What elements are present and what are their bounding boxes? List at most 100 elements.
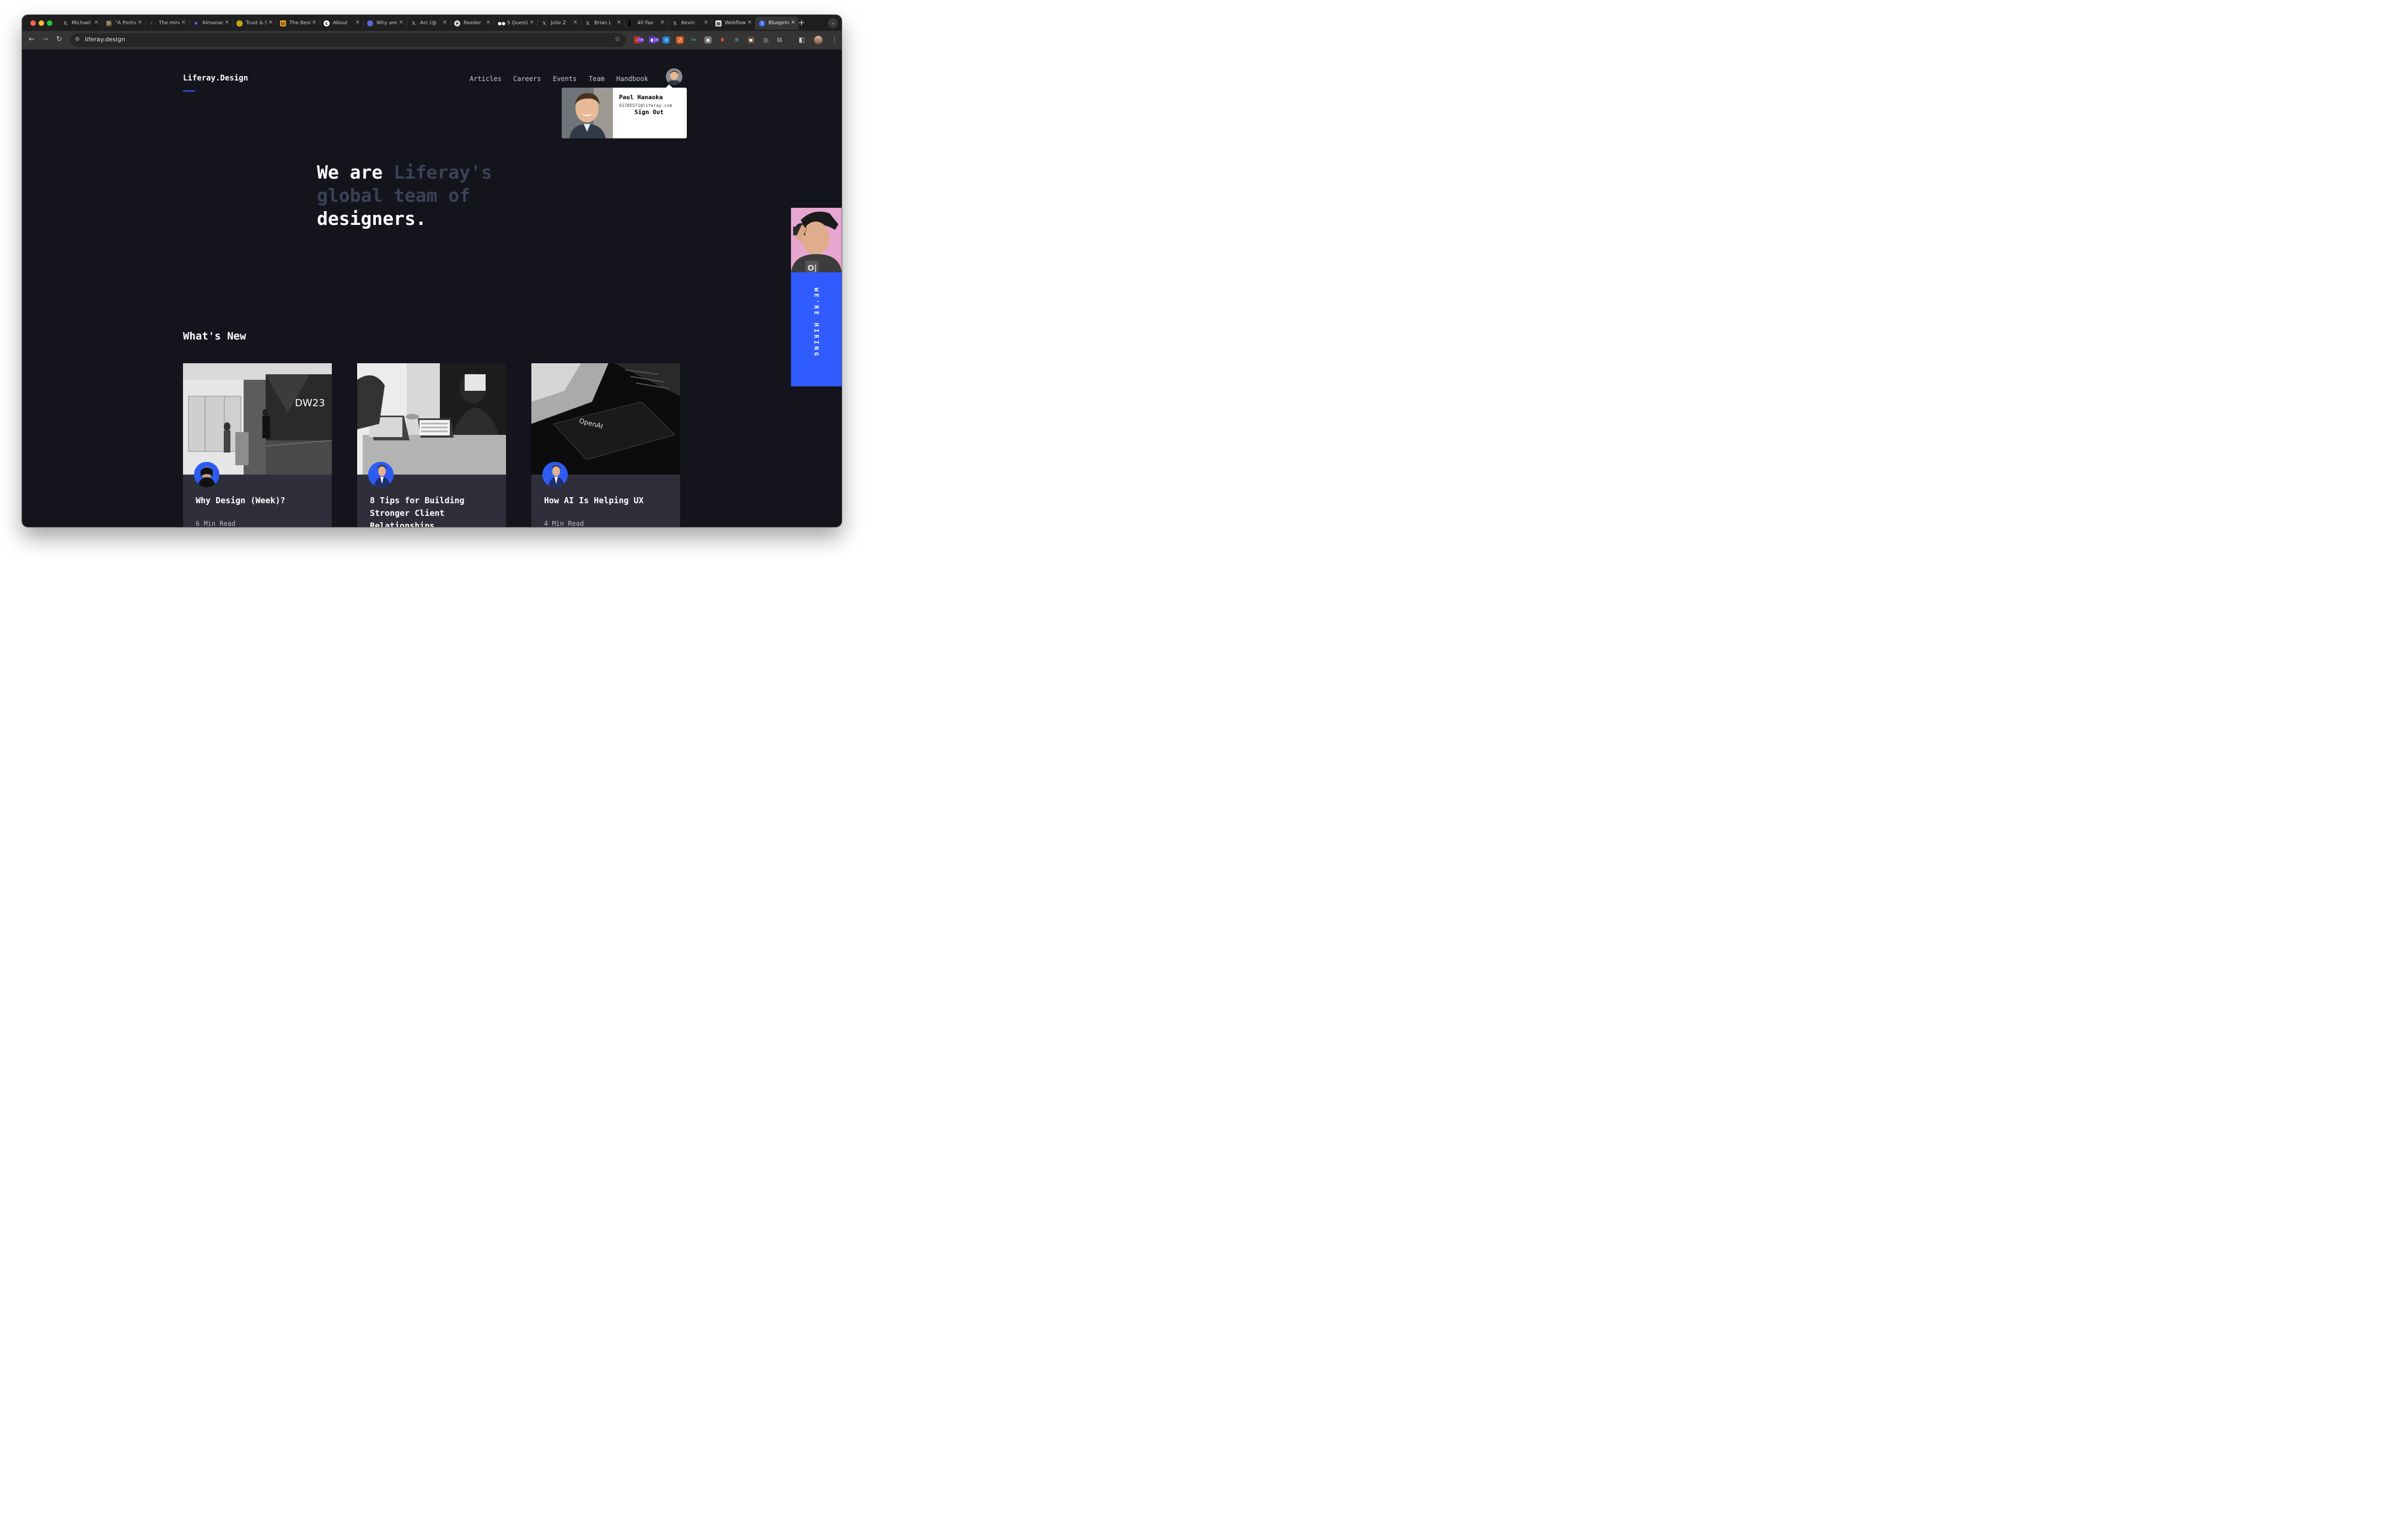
browser-tab[interactable]: ✺ Almanac × <box>189 17 233 30</box>
close-tab-icon[interactable]: × <box>268 19 273 25</box>
author-avatar[interactable] <box>542 462 568 487</box>
close-tab-icon[interactable]: × <box>356 19 360 25</box>
close-tab-icon[interactable]: × <box>704 19 708 25</box>
browser-tab[interactable]: D"A Portrait× <box>102 17 146 30</box>
hiring-banner[interactable]: WE'RE HIRING <box>791 272 842 386</box>
close-tab-icon[interactable]: × <box>747 19 752 25</box>
close-tab-icon[interactable]: × <box>181 19 186 25</box>
smiley-icon: ☺ <box>236 20 243 26</box>
profile-avatar[interactable] <box>814 36 822 44</box>
bookmark-star-icon[interactable]: ☆ <box>614 35 621 44</box>
browser-tab[interactable]: ▤ The Best × <box>276 17 320 30</box>
browser-tab[interactable]: 𝕏 Brian L × <box>581 17 625 30</box>
address-url[interactable]: liferay.design <box>85 36 125 43</box>
d-extension-icon[interactable]: d <box>663 36 670 44</box>
browser-toolbar: ← → ↻ ⚙ liferay.design ☆ ✓ 16 ● 19 d ↗ b… <box>22 31 842 50</box>
close-tab-icon[interactable]: × <box>225 19 229 25</box>
tab-list: 𝕏Michael× D"A Portrait× ☾The mind× ✺Alma… <box>58 17 799 30</box>
browser-tab[interactable]: 𝕏 Julie Z × <box>537 17 581 30</box>
article-title[interactable]: Why Design (Week)? <box>196 494 322 507</box>
browser-tab[interactable]: 𝕏 Arc (@ × <box>407 17 450 30</box>
close-tab-icon[interactable]: × <box>94 19 99 25</box>
tab-title: About <box>333 20 348 26</box>
grid-extension-icon[interactable]: ▦ <box>762 36 769 44</box>
dw-sign-text: DW23 <box>295 397 325 409</box>
reload-icon[interactable]: ↻ <box>56 35 62 44</box>
close-window-button[interactable] <box>30 20 36 26</box>
close-tab-icon[interactable]: × <box>573 19 578 25</box>
browser-tab-active[interactable]: i Blueprint × <box>755 17 799 30</box>
react-extension-icon[interactable]: ⚛ <box>733 36 740 44</box>
extension-badge: 16 <box>638 38 644 42</box>
tab-search-button[interactable]: ⌄ <box>828 18 838 28</box>
logo-underline <box>183 90 195 91</box>
user-photo-image <box>562 88 613 138</box>
sign-out-link[interactable]: Sign Out <box>634 109 664 116</box>
author-avatar[interactable] <box>368 462 394 487</box>
side-panel-icon[interactable]: ◧ <box>799 36 805 44</box>
site-info-icon[interactable]: ⚙ <box>75 36 80 42</box>
browser-window: 𝕏Michael× D"A Portrait× ☾The mind× ✺Alma… <box>22 15 842 527</box>
article-image-photo <box>357 363 506 475</box>
zoom-window-button[interactable] <box>47 20 52 26</box>
photo-extension-icon[interactable]: ▣ <box>747 36 755 44</box>
site-logo[interactable]: Liferay.Design <box>183 74 248 83</box>
close-tab-icon[interactable]: × <box>660 19 665 25</box>
article-card[interactable]: OpenAI How AI Is Helping UX 4 Min Read <box>531 363 680 527</box>
bw-extension-icon[interactable]: bw <box>690 36 697 44</box>
webcam-overlay[interactable]: O| <box>791 208 842 272</box>
nav-team[interactable]: Team <box>589 75 605 83</box>
nav-careers[interactable]: Careers <box>513 75 541 83</box>
browser-tab[interactable]: Why are × <box>363 17 407 30</box>
browser-tab[interactable]: c About × <box>320 17 363 30</box>
article-card[interactable]: 8 Tips for Building Stronger Client Rela… <box>357 363 506 527</box>
address-bar[interactable]: ⚙ liferay.design ☆ <box>71 33 626 47</box>
fire-extension-icon[interactable]: ♦ <box>719 36 726 44</box>
x-logo-icon: 𝕏 <box>412 20 416 26</box>
tab-title: Reeder <box>464 20 481 26</box>
browser-tab[interactable]: 𝕏 Kevin × <box>668 17 712 30</box>
forward-arrow-icon[interactable]: → <box>42 35 49 44</box>
article-title[interactable]: 8 Tips for Building Stronger Client Rela… <box>370 494 497 527</box>
hero-heading: We are Liferay's global team of designer… <box>317 161 492 230</box>
author-avatar-photo <box>368 462 394 487</box>
nav-articles[interactable]: Articles <box>470 75 502 83</box>
close-tab-icon[interactable]: × <box>617 19 621 25</box>
browser-tab[interactable]: ▦ Webflow × <box>712 17 755 30</box>
browser-tab[interactable]: ☾ The mind× <box>146 17 189 30</box>
browser-tab[interactable]: ★ Reeder × <box>450 17 494 30</box>
close-tab-icon[interactable]: × <box>530 19 534 25</box>
close-tab-icon[interactable]: × <box>399 19 403 25</box>
user-avatar[interactable] <box>666 68 682 85</box>
nav-events[interactable]: Events <box>553 75 577 83</box>
browser-tab[interactable]: ●●5 Questions× <box>494 17 537 30</box>
svg-text:O|: O| <box>808 264 817 272</box>
browser-tab[interactable]: 40 Fav × <box>625 17 668 30</box>
new-tab-button[interactable]: + <box>798 18 805 28</box>
camera-extension-icon[interactable]: ◉ <box>704 36 712 44</box>
close-tab-icon[interactable]: × <box>312 19 316 25</box>
section-title: What's New <box>183 330 246 342</box>
nav-handbook[interactable]: Handbook <box>616 75 648 83</box>
article-read-time: 6 Min Read <box>196 520 236 527</box>
close-tab-icon[interactable]: × <box>791 19 795 25</box>
tab-title: Brian L <box>594 20 612 26</box>
close-tab-icon[interactable]: × <box>486 19 491 25</box>
browser-tab[interactable]: ☺Trust & Safety× <box>233 17 276 30</box>
back-arrow-icon[interactable]: ← <box>29 35 35 44</box>
hero-line-3: designers. <box>317 208 427 229</box>
author-avatar[interactable] <box>194 462 219 487</box>
article-card[interactable]: DW23 Why Design (Week)? 6 Min Read <box>183 363 332 527</box>
article-title[interactable]: How AI Is Helping UX <box>544 494 671 507</box>
close-tab-icon[interactable]: × <box>443 19 447 25</box>
close-tab-icon[interactable]: × <box>138 19 142 25</box>
minimize-window-button[interactable] <box>39 20 44 26</box>
browser-tab[interactable]: 𝕏 Michael × <box>58 17 102 30</box>
medium-icon: ●● <box>498 20 505 26</box>
hiring-label[interactable]: WE'RE HIRING <box>813 288 820 358</box>
menu-kebab-icon[interactable]: ⋮ <box>831 36 838 44</box>
user-avatar-photo <box>666 68 682 85</box>
article-read-time: 4 Min Read <box>544 520 584 527</box>
chart-extension-icon[interactable]: ↗ <box>676 36 683 44</box>
puzzle-extensions-icon[interactable]: ⧉ <box>777 36 782 44</box>
